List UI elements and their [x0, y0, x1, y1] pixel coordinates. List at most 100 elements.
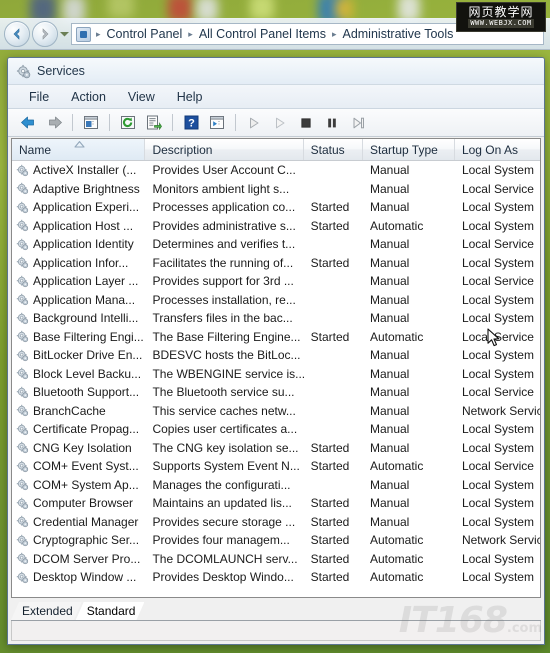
- breadcrumb-all-control-panel-items[interactable]: All Control Panel Items: [196, 27, 329, 41]
- service-name-label: Application Infor...: [33, 255, 129, 270]
- cell-log-on-as: Network Service: [461, 533, 540, 548]
- cell-description: Provides administrative s...: [152, 218, 296, 233]
- chevron-down-icon: [60, 32, 69, 37]
- service-name-label: ActiveX Installer (...: [33, 163, 137, 178]
- service-gear-icon: [16, 534, 29, 546]
- table-row[interactable]: Certificate Propag... Copies user certifi…: [12, 420, 540, 439]
- menu-view[interactable]: View: [117, 87, 166, 107]
- cell-service-name: Adaptive Brightness: [12, 182, 145, 196]
- table-row[interactable]: DCOM Server Pro... The DCOMLAUNCH serv...…: [12, 550, 540, 569]
- service-gear-icon: [16, 349, 29, 361]
- cell-log-on-as: Local System: [461, 422, 534, 437]
- cell-service-name: Application Mana...: [12, 293, 145, 307]
- cell-log-on-as: Local Service: [461, 385, 534, 400]
- tab-standard[interactable]: Standard: [76, 602, 145, 620]
- tab-extended[interactable]: Extended: [11, 602, 82, 620]
- toolbar-refresh-button[interactable]: [116, 112, 140, 134]
- cell-log-on-as: Local System: [461, 366, 534, 381]
- service-name-label: Application Mana...: [33, 292, 136, 307]
- menu-action[interactable]: Action: [60, 87, 117, 107]
- service-gear-icon: [16, 497, 29, 509]
- breadcrumb-control-panel[interactable]: Control Panel: [104, 27, 186, 41]
- toolbar-show-console-tree-button[interactable]: [79, 112, 103, 134]
- cell-description: The Bluetooth service su...: [152, 385, 295, 400]
- breadcrumb-administrative-tools[interactable]: Administrative Tools: [339, 27, 456, 41]
- cell-log-on-as: Local System: [461, 200, 534, 215]
- table-row[interactable]: Cryptographic Ser... Provides four manage…: [12, 531, 540, 550]
- toolbar-help-button[interactable]: ?: [179, 112, 203, 134]
- column-header-log-on-as[interactable]: Log On As: [455, 139, 540, 160]
- service-gear-icon: [16, 238, 29, 250]
- service-name-label: DCOM Server Pro...: [33, 551, 141, 566]
- toolbar-separator: [109, 114, 110, 131]
- column-header-description[interactable]: Description: [145, 139, 304, 160]
- services-list-view: Name Description Status Startup Type Log…: [11, 138, 541, 598]
- toolbar-restart-service-button[interactable]: [346, 112, 370, 134]
- cell-status: Started: [310, 440, 350, 455]
- play-outline-icon: [276, 117, 285, 128]
- table-row[interactable]: COM+ Event Syst... Supports System Event …: [12, 457, 540, 476]
- column-header-name-label: Name: [19, 142, 52, 157]
- service-name-label: Application Host ...: [33, 218, 134, 233]
- cell-service-name: COM+ Event Syst...: [12, 459, 145, 473]
- toolbar-stop-service-button[interactable]: [294, 112, 318, 134]
- cell-startup-type: Automatic: [369, 459, 424, 474]
- table-row[interactable]: Application Mana... Processes installatio…: [12, 291, 540, 310]
- cell-service-name: Cryptographic Ser...: [12, 533, 145, 547]
- table-row[interactable]: COM+ System Ap... Manages the configurati…: [12, 476, 540, 495]
- table-row[interactable]: Application Infor... Facilitates the runn…: [12, 254, 540, 273]
- column-header-status[interactable]: Status: [304, 139, 363, 160]
- service-gear-icon: [16, 220, 29, 232]
- toolbar-resume-service-button[interactable]: [268, 112, 292, 134]
- table-row[interactable]: Background Intelli... Transfers files in …: [12, 309, 540, 328]
- table-row[interactable]: Adaptive Brightness Monitors ambient ligh…: [12, 180, 540, 199]
- site-watermark-top: 网页教学网 WWW.WEBJX.COM: [456, 2, 546, 32]
- table-row[interactable]: BitLocker Drive En... BDESVC hosts the Bi…: [12, 346, 540, 365]
- cell-description: Supports System Event N...: [152, 459, 300, 474]
- table-row[interactable]: Application Experi... Processes applicati…: [12, 198, 540, 217]
- table-row[interactable]: Computer Browser Maintains an updated lis…: [12, 494, 540, 513]
- table-row[interactable]: BranchCache This service caches netw... Ma…: [12, 402, 540, 421]
- service-gear-icon: [16, 164, 29, 176]
- cell-log-on-as: Local Service: [461, 237, 534, 252]
- table-row[interactable]: Block Level Backu... The WBENGINE service…: [12, 365, 540, 384]
- table-row[interactable]: Credential Manager Provides secure storag…: [12, 513, 540, 532]
- column-header-log-on-as-label: Log On As: [461, 142, 518, 157]
- cell-startup-type: Automatic: [369, 329, 424, 344]
- table-row[interactable]: ActiveX Installer (... Provides User Acco…: [12, 161, 540, 180]
- table-row[interactable]: Bluetooth Support... The Bluetooth servic…: [12, 383, 540, 402]
- toolbar-properties-button[interactable]: [205, 112, 229, 134]
- cell-log-on-as: Local System: [461, 348, 534, 363]
- cell-service-name: Base Filtering Engi...: [12, 330, 145, 344]
- window-title-bar[interactable]: Services: [8, 58, 544, 85]
- table-row[interactable]: Desktop Window ... Provides Desktop Windo…: [12, 568, 540, 587]
- table-row[interactable]: CNG Key Isolation The CNG key isolation s…: [12, 439, 540, 458]
- nav-forward-button[interactable]: [32, 21, 58, 47]
- menu-file[interactable]: File: [18, 87, 60, 107]
- service-gear-icon: [16, 368, 29, 380]
- toolbar-forward-button[interactable]: [42, 112, 66, 134]
- service-gear-icon: [16, 479, 29, 491]
- cell-service-name: CNG Key Isolation: [12, 441, 145, 455]
- view-tab-strip: Extended Standard: [11, 600, 541, 621]
- column-header-name[interactable]: Name: [12, 139, 146, 160]
- cell-service-name: Certificate Propag...: [12, 422, 145, 436]
- service-gear-icon: [16, 423, 29, 435]
- toolbar-pause-service-button[interactable]: [320, 112, 344, 134]
- table-row[interactable]: Application Layer ... Provides support fo…: [12, 272, 540, 291]
- table-row[interactable]: Application Identity Determines and verif…: [12, 235, 540, 254]
- toolbar-separator: [235, 114, 236, 131]
- cell-service-name: Application Layer ...: [12, 274, 145, 288]
- nav-recent-pages-button[interactable]: [58, 21, 71, 47]
- cell-log-on-as: Local System: [461, 292, 534, 307]
- column-header-startup-type[interactable]: Startup Type: [363, 139, 455, 160]
- cell-service-name: Block Level Backu...: [12, 367, 145, 381]
- nav-back-button[interactable]: [4, 21, 30, 47]
- toolbar-back-button[interactable]: [16, 112, 40, 134]
- toolbar-start-service-button[interactable]: [242, 112, 266, 134]
- table-row[interactable]: Application Host ... Provides administrat…: [12, 217, 540, 236]
- cell-status: Started: [310, 329, 350, 344]
- table-row[interactable]: Base Filtering Engi... The Base Filtering…: [12, 328, 540, 347]
- toolbar-export-list-button[interactable]: [142, 112, 166, 134]
- menu-help[interactable]: Help: [166, 87, 214, 107]
